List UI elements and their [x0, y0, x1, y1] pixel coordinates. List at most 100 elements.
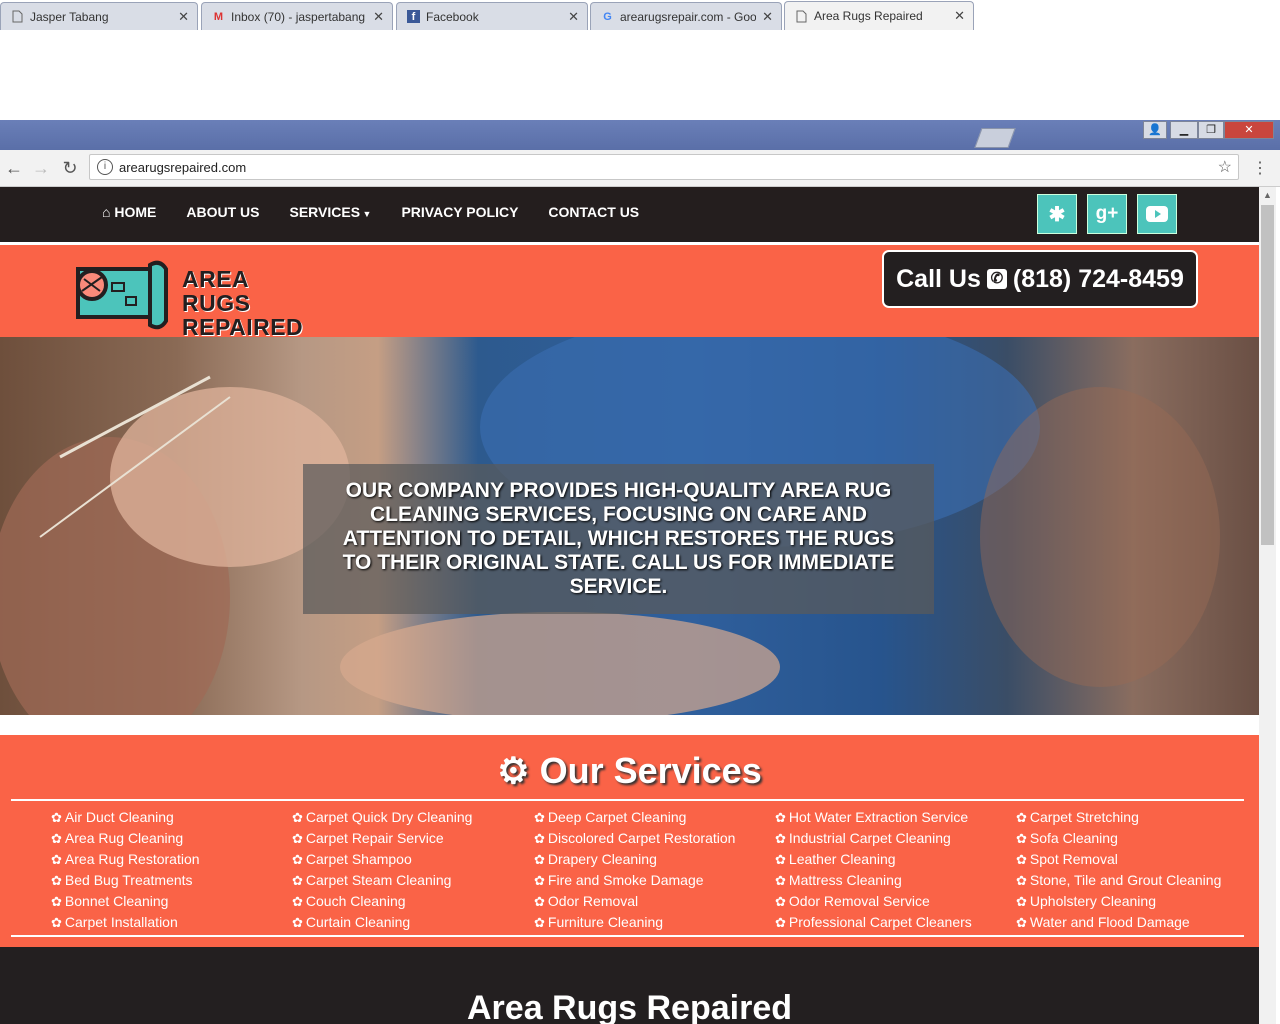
service-link[interactable]: ✿ Industrial Carpet Cleaning	[775, 828, 972, 849]
service-link[interactable]: ✿ Mattress Cleaning	[775, 870, 972, 891]
google-plus-icon[interactable]: g+	[1087, 194, 1127, 234]
services-column-4: ✿ Hot Water Extraction Service ✿ Industria…	[775, 807, 972, 933]
service-link[interactable]: ✿ Bed Bug Treatments	[51, 870, 200, 891]
maximize-button[interactable]: ❐	[1198, 121, 1224, 139]
service-link[interactable]: ✿ Stone, Tile and Grout Cleaning	[1016, 870, 1221, 891]
close-icon[interactable]: ✕	[762, 9, 773, 25]
gear-icon: ✿	[292, 852, 303, 867]
call-us-box[interactable]: Call Us ✆ (818) 724-8459	[882, 250, 1198, 308]
gear-icon: ✿	[51, 852, 62, 867]
gear-icon: ✿	[292, 894, 303, 909]
user-icon[interactable]: 👤	[1143, 121, 1167, 139]
service-link[interactable]: ✿ Carpet Quick Dry Cleaning	[292, 807, 472, 828]
tab-title: Inbox (70) - jaspertabang	[231, 9, 366, 24]
gear-icon: ✿	[534, 873, 545, 888]
service-link[interactable]: ✿ Water and Flood Damage	[1016, 912, 1221, 933]
address-bar[interactable]: i arearugsrepaired.com ☆	[89, 154, 1239, 180]
nav-home[interactable]: ⌂ HOME	[102, 204, 156, 220]
service-label: Fire and Smoke Damage	[547, 872, 704, 888]
service-label: Water and Flood Damage	[1029, 914, 1190, 930]
site-logo[interactable]: AREA RUGS REPAIRED	[70, 255, 310, 339]
close-icon[interactable]: ✕	[568, 9, 579, 25]
service-label: Professional Carpet Cleaners	[788, 914, 972, 930]
info-icon[interactable]: i	[97, 159, 113, 175]
tab-facebook[interactable]: f Facebook ✕	[396, 2, 588, 30]
scroll-thumb[interactable]	[1261, 205, 1274, 545]
service-link[interactable]: ✿ Sofa Cleaning	[1016, 828, 1221, 849]
youtube-icon[interactable]	[1137, 194, 1177, 234]
gear-icon: ✿	[534, 915, 545, 930]
reload-icon[interactable]: ↻	[58, 156, 82, 180]
service-link[interactable]: ✿ Carpet Steam Cleaning	[292, 870, 472, 891]
service-link[interactable]: ✿ Professional Carpet Cleaners	[775, 912, 972, 933]
nav-privacy-policy[interactable]: PRIVACY POLICY	[401, 204, 518, 220]
scroll-up-icon[interactable]: ▲	[1259, 187, 1276, 203]
facebook-icon: f	[407, 10, 420, 23]
tab-google[interactable]: G arearugsrepair.com - Goo ✕	[590, 2, 782, 30]
gear-icon: ✿	[534, 810, 545, 825]
tab-strip	[0, 120, 1280, 150]
service-link[interactable]: ✿ Upholstery Cleaning	[1016, 891, 1221, 912]
service-label: Carpet Quick Dry Cleaning	[305, 809, 473, 825]
gear-icon: ✿	[292, 915, 303, 930]
service-link[interactable]: ✿ Carpet Shampoo	[292, 849, 472, 870]
service-link[interactable]: ✿ Area Rug Restoration	[51, 849, 200, 870]
phone-icon: ✆	[986, 269, 1007, 289]
service-link[interactable]: ✿ Curtain Cleaning	[292, 912, 472, 933]
gear-icon: ✿	[292, 810, 303, 825]
tab-title: Facebook	[426, 9, 479, 24]
tab-area-rugs-repaired[interactable]: Area Rugs Repaired ✕	[784, 1, 974, 30]
yelp-icon[interactable]: ✱	[1037, 194, 1077, 234]
nav-about-us[interactable]: ABOUT US	[186, 204, 259, 220]
forward-icon[interactable]: →	[29, 156, 53, 180]
gear-icon: ✿	[534, 894, 545, 909]
close-icon[interactable]: ✕	[373, 9, 384, 25]
service-link[interactable]: ✿ Furniture Cleaning	[534, 912, 735, 933]
service-link[interactable]: ✿ Carpet Installation	[51, 912, 200, 933]
tab-jasper-tabang[interactable]: Jasper Tabang ✕	[0, 2, 198, 30]
service-link[interactable]: ✿ Air Duct Cleaning	[51, 807, 200, 828]
new-tab-button[interactable]	[974, 128, 1016, 148]
tab-inbox[interactable]: M Inbox (70) - jaspertabang ✕	[201, 2, 393, 30]
service-label: Stone, Tile and Grout Cleaning	[1029, 872, 1222, 888]
gear-icon: ✿	[534, 852, 545, 867]
nav-contact-us[interactable]: CONTACT US	[548, 204, 639, 220]
service-link[interactable]: ✿ Discolored Carpet Restoration	[534, 828, 735, 849]
nav-services-label: SERVICES	[289, 204, 361, 220]
service-link[interactable]: ✿ Odor Removal	[534, 891, 735, 912]
minimize-button[interactable]: ▁	[1170, 121, 1198, 139]
menu-icon[interactable]: ⋮	[1252, 158, 1268, 178]
service-link[interactable]: ✿ Area Rug Cleaning	[51, 828, 200, 849]
gear-icon: ✿	[1016, 873, 1027, 888]
page-icon	[795, 10, 808, 23]
site-navbar: ⌂ HOME ABOUT US SERVICES ▼ PRIVACY POLIC…	[0, 187, 1259, 245]
close-window-button[interactable]: ✕	[1224, 121, 1274, 139]
logo-line-1: AREA RUGS	[182, 266, 251, 316]
service-link[interactable]: ✿ Deep Carpet Cleaning	[534, 807, 735, 828]
service-link[interactable]: ✿ Leather Cleaning	[775, 849, 972, 870]
back-icon[interactable]: ←	[2, 156, 26, 180]
service-label: Spot Removal	[1029, 851, 1118, 867]
service-link[interactable]: ✿ Couch Cleaning	[292, 891, 472, 912]
service-link[interactable]: ✿ Carpet Stretching	[1016, 807, 1221, 828]
service-label: Industrial Carpet Cleaning	[788, 830, 951, 846]
nav-services[interactable]: SERVICES ▼	[289, 204, 371, 220]
service-link[interactable]: ✿ Odor Removal Service	[775, 891, 972, 912]
gear-icon: ✿	[775, 852, 786, 867]
service-link[interactable]: ✿ Hot Water Extraction Service	[775, 807, 972, 828]
brand-bar: AREA RUGS REPAIRED Call Us ✆ (818) 724-8…	[0, 245, 1259, 339]
about-section: Area Rugs Repaired	[0, 947, 1259, 1024]
service-link[interactable]: ✿ Bonnet Cleaning	[51, 891, 200, 912]
hero-image: OUR COMPANY PROVIDES HIGH-QUALITY AREA R…	[0, 337, 1259, 715]
bookmark-star-icon[interactable]: ☆	[1218, 157, 1232, 177]
close-icon[interactable]: ✕	[178, 9, 189, 25]
service-link[interactable]: ✿ Carpet Repair Service	[292, 828, 472, 849]
service-link[interactable]: ✿ Spot Removal	[1016, 849, 1221, 870]
service-label: Hot Water Extraction Service	[788, 809, 969, 825]
service-label: Curtain Cleaning	[305, 914, 411, 930]
service-label: Carpet Steam Cleaning	[305, 872, 452, 888]
close-icon[interactable]: ✕	[954, 8, 965, 24]
page-scrollbar[interactable]: ▲	[1259, 187, 1276, 1024]
service-link[interactable]: ✿ Drapery Cleaning	[534, 849, 735, 870]
service-link[interactable]: ✿ Fire and Smoke Damage	[534, 870, 735, 891]
